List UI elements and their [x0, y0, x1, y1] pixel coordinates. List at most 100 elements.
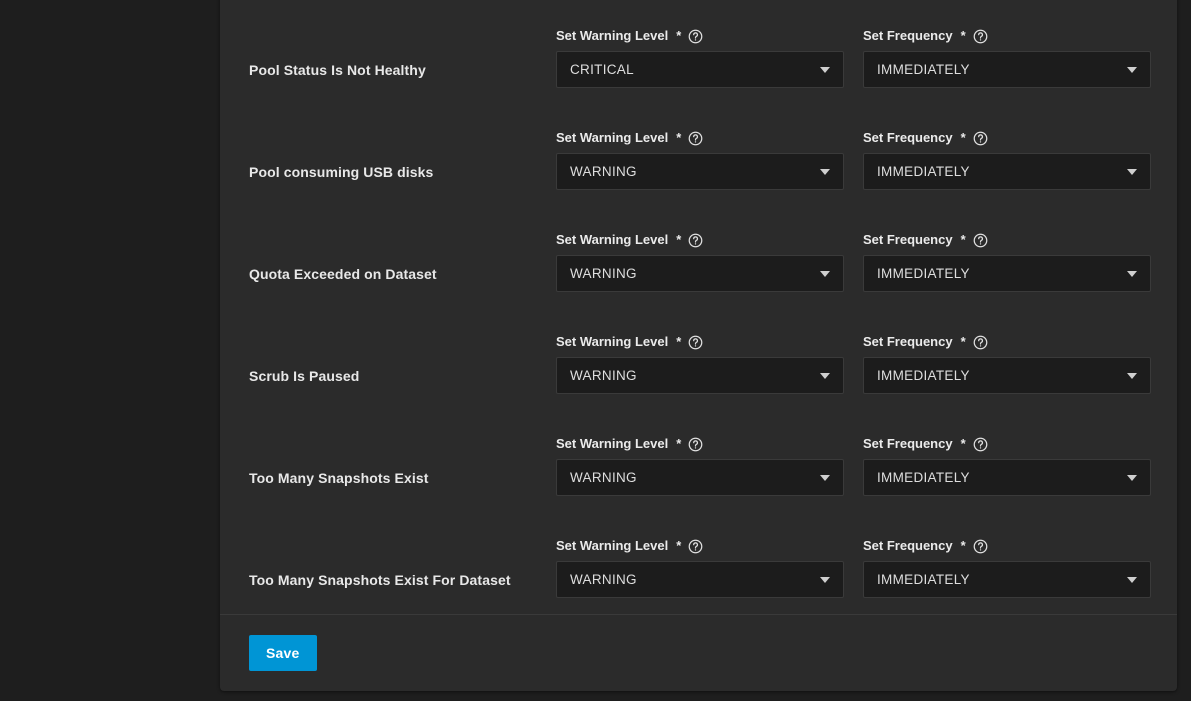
frequency-select[interactable]: IMMEDIATELY [863, 153, 1151, 190]
table-row: Pool consuming USB disks Set Warning Lev… [220, 102, 1177, 204]
frequency-field: Set Frequency * IMMEDIATELY [863, 232, 1151, 292]
chevron-down-icon [1127, 475, 1137, 481]
alert-settings-panel: Pool Status Is Not Healthy Set Warning L… [220, 0, 1177, 691]
chevron-down-icon [820, 373, 830, 379]
warning-level-value: WARNING [570, 266, 637, 281]
frequency-select[interactable]: IMMEDIATELY [863, 51, 1151, 88]
frequency-label: Set Frequency * [863, 232, 1151, 248]
alert-name-label: Pool Status Is Not Healthy [249, 62, 426, 78]
warning-level-label: Set Warning Level* [556, 130, 844, 146]
chevron-down-icon [1127, 271, 1137, 277]
frequency-label-text: Set Frequency [863, 334, 953, 350]
app-root: Pool Status Is Not Healthy Set Warning L… [0, 0, 1191, 701]
warning-level-value: WARNING [570, 470, 637, 485]
warning-level-field: Set Warning Level * WARNING [556, 436, 844, 496]
frequency-field: Set Frequency * IMMEDIATELY [863, 436, 1151, 496]
chevron-down-icon [1127, 373, 1137, 379]
frequency-label-text: Set Frequency [863, 538, 953, 554]
warning-level-value: WARNING [570, 164, 637, 179]
required-marker: * [961, 436, 966, 452]
help-circle-icon[interactable] [973, 539, 988, 554]
chevron-down-icon [1127, 577, 1137, 583]
frequency-field: Set Frequency * IMMEDIATELY [863, 334, 1151, 394]
frequency-label: Set Frequency* [863, 28, 1151, 44]
warning-level-select[interactable]: WARNING [556, 561, 844, 598]
help-circle-icon[interactable] [688, 29, 703, 44]
chevron-down-icon [820, 67, 830, 73]
warning-level-field: Set Warning Level * CRITICAL [556, 28, 844, 88]
alert-name-label: Too Many Snapshots Exist For Dataset [249, 572, 511, 588]
warning-level-select[interactable]: CRITICAL [556, 51, 844, 88]
required-marker: * [961, 538, 966, 554]
warning-level-field: Set Warning Level* WARNING [556, 334, 844, 394]
help-circle-icon[interactable] [973, 131, 988, 146]
warning-level-select[interactable]: WARNING [556, 153, 844, 190]
alert-name-label: Too Many Snapshots Exist [249, 470, 429, 486]
frequency-field: Set Frequency* IMMEDIATELY [863, 28, 1151, 88]
frequency-value: IMMEDIATELY [877, 470, 970, 485]
frequency-label-text: Set Frequency [863, 130, 953, 146]
chevron-down-icon [820, 577, 830, 583]
chevron-down-icon [820, 475, 830, 481]
frequency-value: IMMEDIATELY [877, 266, 970, 281]
help-circle-icon[interactable] [688, 335, 703, 350]
alert-name-label: Scrub Is Paused [249, 368, 359, 384]
frequency-field: Set Frequency * IMMEDIATELY [863, 538, 1151, 598]
frequency-select[interactable]: IMMEDIATELY [863, 561, 1151, 598]
warning-level-value: WARNING [570, 368, 637, 383]
chevron-down-icon [820, 169, 830, 175]
frequency-label: Set Frequency * [863, 538, 1151, 554]
required-marker: * [676, 28, 681, 44]
warning-level-label-text: Set Warning Level [556, 436, 668, 452]
frequency-value: IMMEDIATELY [877, 164, 970, 179]
warning-level-value: CRITICAL [570, 62, 634, 77]
help-circle-icon[interactable] [688, 131, 703, 146]
warning-level-select[interactable]: WARNING [556, 255, 844, 292]
warning-level-label: Set Warning Level * [556, 28, 844, 44]
warning-level-label-text: Set Warning Level [556, 334, 668, 350]
alert-name-label: Pool consuming USB disks [249, 164, 433, 180]
chevron-down-icon [1127, 67, 1137, 73]
save-button[interactable]: Save [249, 635, 317, 671]
frequency-label: Set Frequency * [863, 130, 1151, 146]
alert-name-label: Quota Exceeded on Dataset [249, 266, 437, 282]
warning-level-select[interactable]: WARNING [556, 459, 844, 496]
warning-level-label: Set Warning Level * [556, 436, 844, 452]
warning-level-field: Set Warning Level* WARNING [556, 130, 844, 190]
frequency-select[interactable]: IMMEDIATELY [863, 459, 1151, 496]
warning-level-label-text: Set Warning Level [556, 232, 668, 248]
frequency-label: Set Frequency * [863, 334, 1151, 350]
warning-level-field: Set Warning Level * WARNING [556, 232, 844, 292]
required-marker: * [676, 436, 681, 452]
chevron-down-icon [1127, 169, 1137, 175]
alert-rows-list: Pool Status Is Not Healthy Set Warning L… [220, 0, 1177, 612]
frequency-select[interactable]: IMMEDIATELY [863, 357, 1151, 394]
warning-level-label-text: Set Warning Level [556, 538, 668, 554]
table-row: Quota Exceeded on Dataset Set Warning Le… [220, 204, 1177, 306]
warning-level-select[interactable]: WARNING [556, 357, 844, 394]
required-marker: * [676, 538, 681, 554]
help-circle-icon[interactable] [973, 335, 988, 350]
required-marker: * [961, 130, 966, 146]
warning-level-label-text: Set Warning Level [556, 130, 668, 146]
help-circle-icon[interactable] [688, 233, 703, 248]
required-marker: * [961, 334, 966, 350]
required-marker: * [961, 28, 966, 44]
frequency-label-text: Set Frequency [863, 232, 953, 248]
chevron-down-icon [820, 271, 830, 277]
required-marker: * [676, 232, 681, 248]
frequency-label-text: Set Frequency [863, 436, 953, 452]
help-circle-icon[interactable] [973, 29, 988, 44]
frequency-value: IMMEDIATELY [877, 368, 970, 383]
frequency-select[interactable]: IMMEDIATELY [863, 255, 1151, 292]
frequency-field: Set Frequency * IMMEDIATELY [863, 130, 1151, 190]
help-circle-icon[interactable] [973, 233, 988, 248]
warning-level-label: Set Warning Level * [556, 232, 844, 248]
warning-level-label-text: Set Warning Level [556, 28, 668, 44]
required-marker: * [961, 232, 966, 248]
help-circle-icon[interactable] [973, 437, 988, 452]
warning-level-value: WARNING [570, 572, 637, 587]
help-circle-icon[interactable] [688, 437, 703, 452]
table-row: Too Many Snapshots Exist Set Warning Lev… [220, 408, 1177, 510]
help-circle-icon[interactable] [688, 539, 703, 554]
